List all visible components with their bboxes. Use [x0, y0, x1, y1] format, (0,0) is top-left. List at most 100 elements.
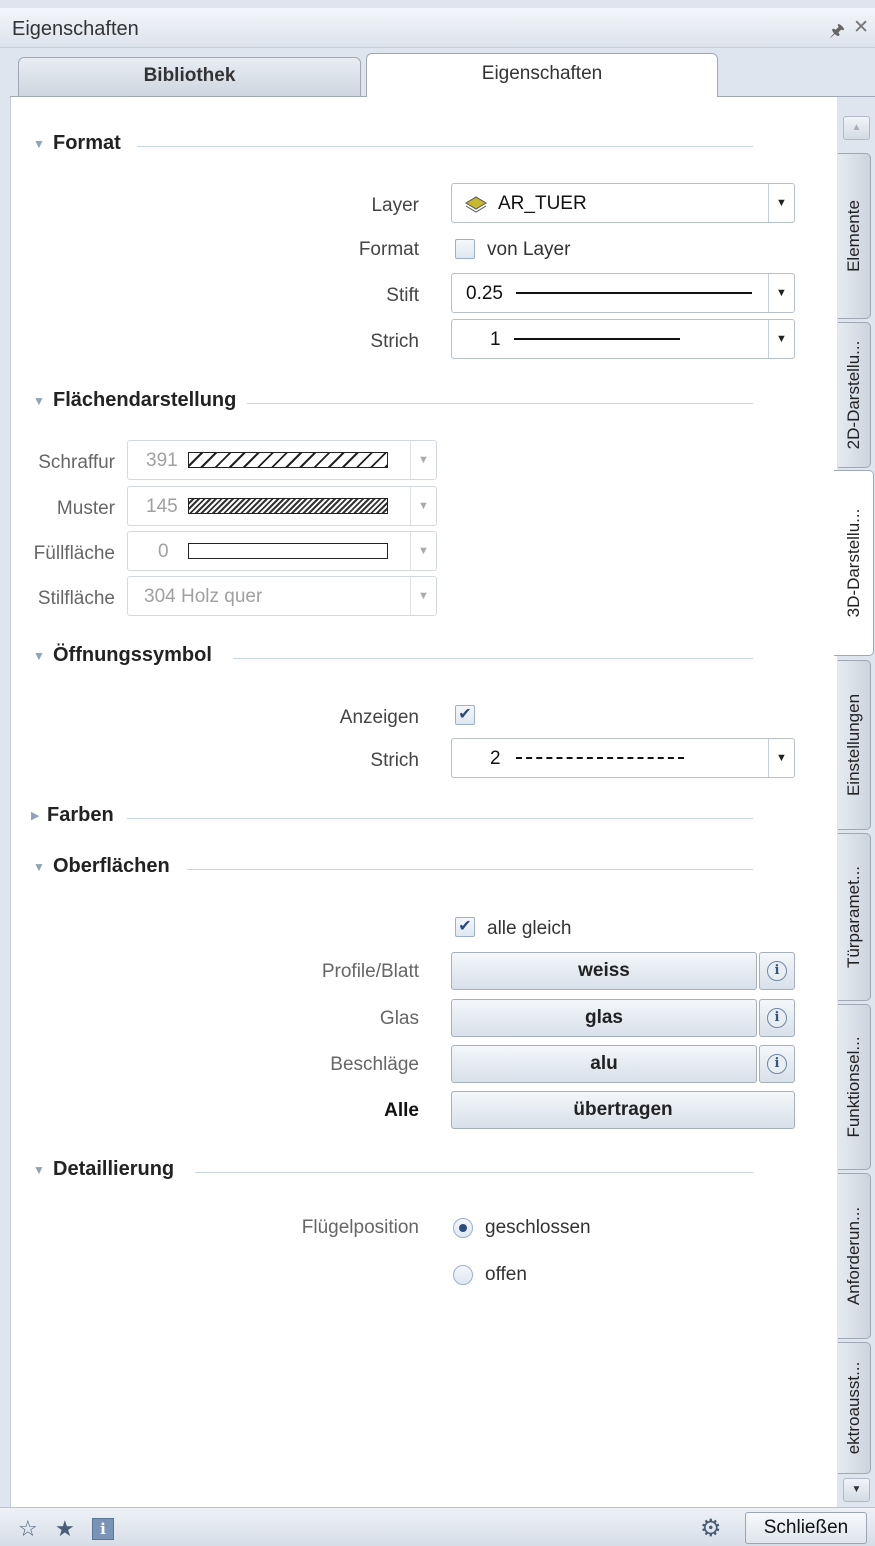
side-tab-elemente[interactable]: Elemente — [838, 153, 871, 319]
hatch-preview — [188, 452, 388, 468]
von-layer-label: von Layer — [487, 239, 571, 260]
favorite-open-icon[interactable]: ☆ — [18, 1516, 38, 1542]
section-colors[interactable]: ▶ Farben — [11, 802, 838, 832]
collapse-triangle-icon[interactable]: ▼ — [33, 1163, 45, 1177]
show-label: Anzeigen — [339, 707, 419, 728]
panel-title: Eigenschaften — [12, 18, 139, 40]
pattern-label: Muster — [56, 498, 115, 519]
fill-combo[interactable]: 0 ▼ — [127, 531, 437, 571]
side-tab-2d-darstellung[interactable]: 2D-Darstellu... — [838, 322, 871, 468]
open-label: offen — [485, 1264, 527, 1285]
section-title: Farben — [47, 804, 114, 826]
pen-line-preview — [516, 292, 752, 294]
section-title: Detaillierung — [53, 1158, 175, 1180]
section-surface-display[interactable]: ▼ Flächendarstellung — [11, 387, 838, 417]
chevron-down-icon[interactable]: ▼ — [410, 532, 436, 570]
info-icon: i — [767, 1008, 787, 1028]
section-rule — [127, 818, 753, 819]
closed-label: geschlossen — [485, 1217, 591, 1238]
section-title: Flächendarstellung — [53, 389, 237, 411]
tab-eigenschaften[interactable]: Eigenschaften — [366, 53, 718, 99]
side-tab-tuerparameter[interactable]: Türparamet... — [838, 833, 871, 1001]
glass-label: Glas — [379, 1008, 419, 1029]
collapse-triangle-icon[interactable]: ▼ — [33, 394, 45, 408]
transfer-button[interactable]: übertragen — [451, 1091, 795, 1129]
fittings-info-button[interactable]: i — [759, 1045, 795, 1083]
glass-material-button[interactable]: glas — [451, 999, 757, 1037]
section-title: Öffnungssymbol — [53, 644, 212, 666]
profile-info-button[interactable]: i — [759, 952, 795, 990]
chevron-down-icon[interactable]: ▼ — [768, 739, 794, 777]
pattern-combo[interactable]: 145 ▼ — [127, 486, 437, 526]
layer-combo[interactable]: AR_TUER ▼ — [451, 183, 795, 223]
section-rule — [137, 146, 753, 147]
style-area-combo[interactable]: 304 Holz quer ▼ — [127, 576, 437, 616]
section-format[interactable]: ▼ Format — [11, 130, 838, 160]
profile-material-button[interactable]: weiss — [451, 952, 757, 990]
chevron-down-icon[interactable]: ▼ — [410, 441, 436, 479]
profile-label: Profile/Blatt — [321, 961, 419, 982]
style-area-label: Stilfläche — [37, 588, 115, 609]
pin-icon[interactable]: 🖈 — [829, 18, 845, 47]
scroll-down-button[interactable]: ▼ — [843, 1478, 870, 1502]
side-tab-3d-darstellung[interactable]: 3D-Darstellu... — [834, 470, 874, 656]
von-layer-checkbox[interactable] — [455, 239, 475, 259]
collapse-triangle-icon[interactable]: ▼ — [33, 137, 45, 151]
fill-value: 0 — [158, 541, 169, 562]
show-checkbox[interactable]: ✔ — [455, 705, 475, 725]
fill-label: Füllfläche — [33, 543, 115, 564]
fittings-material-button[interactable]: alu — [451, 1045, 757, 1083]
gear-icon[interactable]: ⚙ — [700, 1514, 722, 1543]
section-title: Format — [53, 132, 121, 154]
hatch-label: Schraffur — [38, 452, 115, 473]
pen-combo[interactable]: 0.25 ▼ — [451, 273, 795, 313]
chevron-down-icon[interactable]: ▼ — [768, 320, 794, 358]
fittings-label: Beschläge — [330, 1054, 419, 1075]
style-area-value: 304 Holz quer — [144, 586, 263, 607]
line-value: 1 — [490, 329, 501, 350]
line-label: Strich — [370, 331, 419, 352]
section-surfaces[interactable]: ▼ Oberflächen — [11, 853, 838, 883]
section-rule — [247, 403, 753, 404]
section-opening-symbol[interactable]: ▼ Öffnungssymbol — [11, 642, 838, 672]
close-button[interactable]: Schließen — [745, 1512, 867, 1544]
line-preview — [514, 338, 680, 340]
all-same-label: alle gleich — [487, 918, 572, 939]
collapse-triangle-icon[interactable]: ▼ — [33, 649, 45, 663]
pattern-preview — [188, 498, 388, 514]
side-tab-elektroausstattung[interactable]: ektroausst... — [838, 1342, 871, 1474]
pen-label: Stift — [386, 285, 419, 306]
wing-position-label: Flügelposition — [301, 1217, 419, 1238]
favorite-save-icon[interactable]: ★ — [55, 1516, 75, 1542]
radio-open[interactable] — [453, 1265, 473, 1285]
section-detailing[interactable]: ▼ Detaillierung — [11, 1156, 838, 1186]
opening-line-combo[interactable]: 2 ▼ — [451, 738, 795, 778]
chevron-down-icon[interactable]: ▼ — [410, 577, 436, 615]
expand-triangle-icon[interactable]: ▶ — [31, 809, 39, 822]
info-icon[interactable]: i — [92, 1518, 114, 1540]
info-icon: i — [767, 1054, 787, 1074]
section-rule — [233, 658, 753, 659]
tab-bibliothek[interactable]: Bibliothek — [18, 57, 361, 97]
layer-value: AR_TUER — [498, 193, 587, 214]
side-tab-anforderungen[interactable]: Anforderun... — [838, 1173, 871, 1339]
section-rule — [195, 1172, 753, 1173]
chevron-down-icon[interactable]: ▼ — [768, 274, 794, 312]
collapse-triangle-icon[interactable]: ▼ — [33, 860, 45, 874]
all-same-checkbox[interactable]: ✔ — [455, 917, 475, 937]
layer-icon — [465, 196, 487, 213]
hatch-combo[interactable]: 391 ▼ — [127, 440, 437, 480]
all-label: Alle — [384, 1100, 419, 1121]
format-label: Format — [358, 239, 419, 260]
line-combo[interactable]: 1 ▼ — [451, 319, 795, 359]
radio-closed[interactable] — [453, 1218, 473, 1238]
scroll-up-button[interactable]: ▲ — [843, 116, 870, 140]
side-tab-einstellungen[interactable]: Einstellungen — [838, 660, 871, 830]
glass-info-button[interactable]: i — [759, 999, 795, 1037]
side-tab-funktionselemente[interactable]: Funktionsel... — [838, 1004, 871, 1170]
info-icon: i — [767, 961, 787, 981]
chevron-down-icon[interactable]: ▼ — [410, 487, 436, 525]
chevron-down-icon[interactable]: ▼ — [768, 184, 794, 222]
close-icon[interactable]: ✕ — [853, 16, 869, 39]
panel-titlebar: Eigenschaften 🖈 ✕ — [0, 8, 875, 48]
